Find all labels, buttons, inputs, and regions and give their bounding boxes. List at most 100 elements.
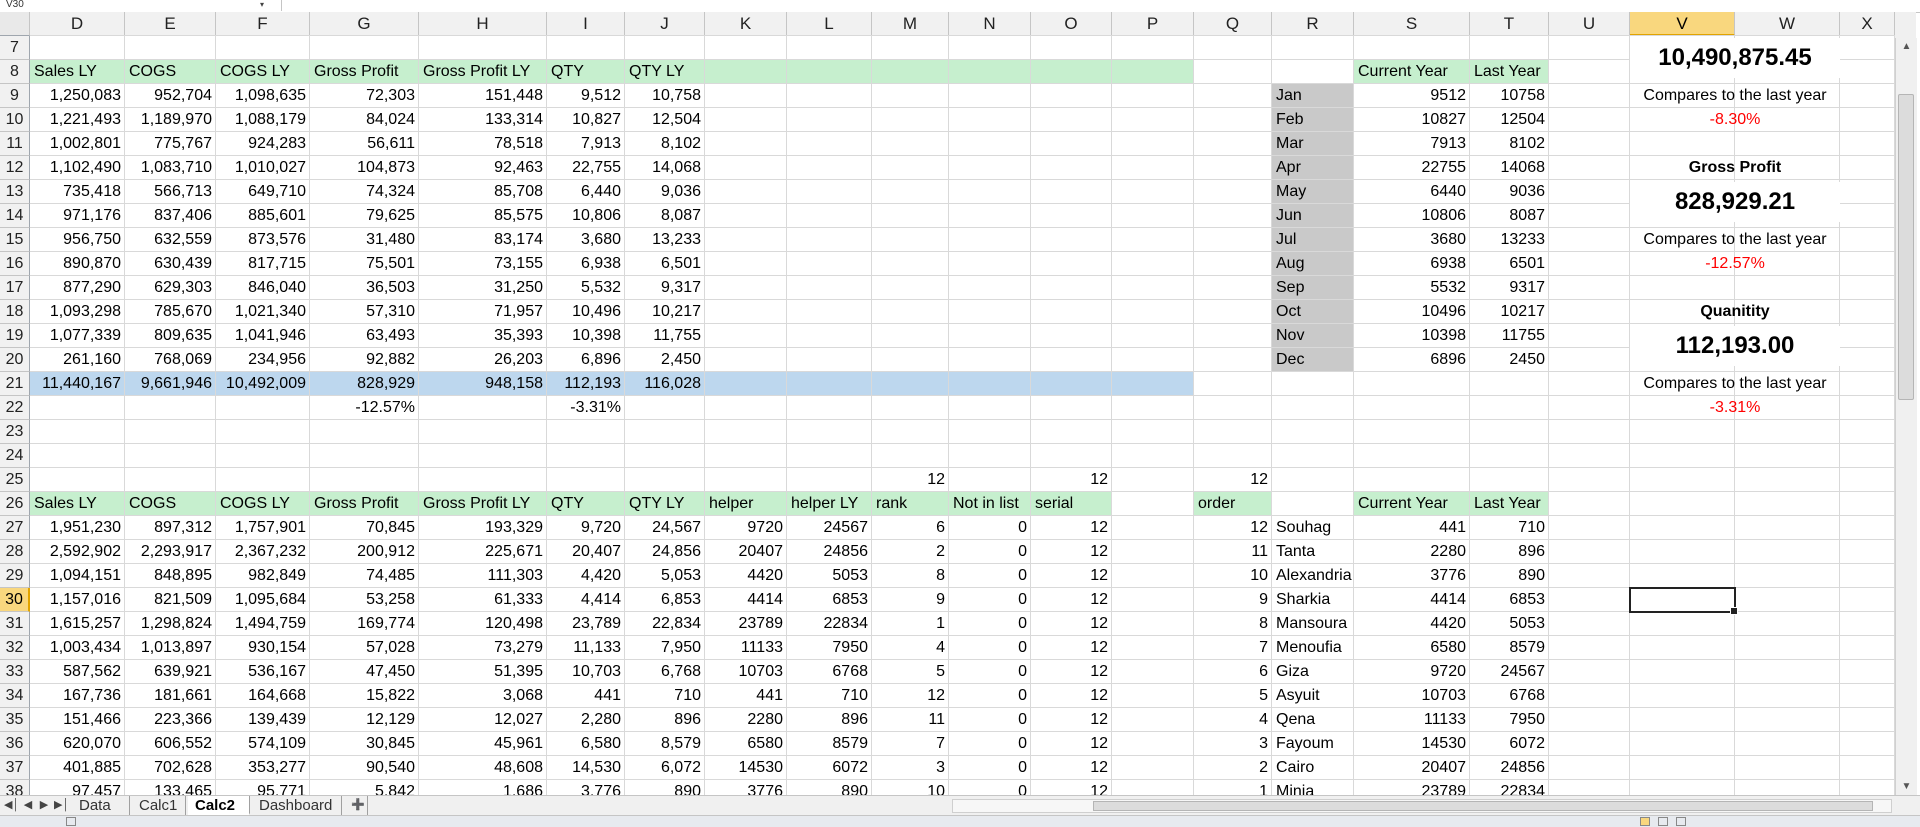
next-sheet-icon[interactable]: ▶ [38,798,50,811]
cell-q26[interactable]: order [1194,492,1272,516]
formula-input[interactable] [276,0,1920,11]
cell-f30[interactable]: 1,095,684 [216,588,310,612]
cell-s37[interactable]: 20407 [1354,756,1470,780]
cell-r32[interactable]: Menoufia [1272,636,1354,660]
cell-e37[interactable]: 702,628 [125,756,216,780]
row-header-17[interactable]: 17 [0,276,30,300]
cell-i15[interactable]: 3,680 [547,228,625,252]
cell-h13[interactable]: 85,708 [419,180,547,204]
column-header-d[interactable]: D [30,12,125,36]
cell-g17[interactable]: 36,503 [310,276,419,300]
fill-handle[interactable] [1730,607,1738,615]
cell-t18[interactable]: 10217 [1470,300,1549,324]
cell-t26[interactable]: Last Year [1470,492,1549,516]
cell-s33[interactable]: 9720 [1354,660,1470,684]
cell-j27[interactable]: 24,567 [625,516,705,540]
cell-h21[interactable]: 948,158 [419,372,547,396]
cell-f8[interactable]: COGS LY [216,60,310,84]
cell-t16[interactable]: 6501 [1470,252,1549,276]
cell-i17[interactable]: 5,532 [547,276,625,300]
sheet-tab-dashboard[interactable]: Dashboard [252,796,342,815]
vertical-scrollbar[interactable]: ▲ ▼ [1895,38,1917,795]
cell-j15[interactable]: 13,233 [625,228,705,252]
cell-h37[interactable]: 48,608 [419,756,547,780]
macro-record-icon[interactable] [66,817,76,826]
cell-j21[interactable]: 116,028 [625,372,705,396]
normal-view-icon[interactable] [1640,817,1650,826]
cell-i30[interactable]: 4,414 [547,588,625,612]
cell-h26[interactable]: Gross Profit LY [419,492,547,516]
row-header-32[interactable]: 32 [0,636,30,660]
cell-i22[interactable]: -3.31% [547,396,625,420]
cell-r11[interactable]: Mar [1272,132,1354,156]
cell-f26[interactable]: COGS LY [216,492,310,516]
cell-s34[interactable]: 10703 [1354,684,1470,708]
cell-f34[interactable]: 164,668 [216,684,310,708]
cell-f31[interactable]: 1,494,759 [216,612,310,636]
cell-q34[interactable]: 5 [1194,684,1272,708]
cell-d37[interactable]: 401,885 [30,756,125,780]
cell-i36[interactable]: 6,580 [547,732,625,756]
page-break-icon[interactable] [1676,817,1686,826]
cell-t32[interactable]: 8579 [1470,636,1549,660]
cell-l34[interactable]: 710 [787,684,872,708]
cell-f11[interactable]: 924,283 [216,132,310,156]
row-header-29[interactable]: 29 [0,564,30,588]
cell-e14[interactable]: 837,406 [125,204,216,228]
cell-l30[interactable]: 6853 [787,588,872,612]
cell-d18[interactable]: 1,093,298 [30,300,125,324]
horizontal-scrollbar[interactable] [952,799,1892,813]
cell-l29[interactable]: 5053 [787,564,872,588]
cell-d29[interactable]: 1,094,151 [30,564,125,588]
cell-g15[interactable]: 31,480 [310,228,419,252]
cell-r18[interactable]: Oct [1272,300,1354,324]
cell-f32[interactable]: 930,154 [216,636,310,660]
cell-q35[interactable]: 4 [1194,708,1272,732]
cell-k32[interactable]: 11133 [705,636,787,660]
cell-e36[interactable]: 606,552 [125,732,216,756]
column-header-i[interactable]: I [547,12,625,36]
cell-l26[interactable]: helper LY [787,492,872,516]
cell-d36[interactable]: 620,070 [30,732,125,756]
row-header-15[interactable]: 15 [0,228,30,252]
vertical-scroll-thumb[interactable] [1898,94,1914,400]
cell-g28[interactable]: 200,912 [310,540,419,564]
cell-h9[interactable]: 151,448 [419,84,547,108]
cell-h32[interactable]: 73,279 [419,636,547,660]
cell-h29[interactable]: 111,303 [419,564,547,588]
cell-t10[interactable]: 12504 [1470,108,1549,132]
cell-i10[interactable]: 10,827 [547,108,625,132]
cell-i29[interactable]: 4,420 [547,564,625,588]
cell-d35[interactable]: 151,466 [30,708,125,732]
cell-q29[interactable]: 10 [1194,564,1272,588]
cell-s20[interactable]: 6896 [1354,348,1470,372]
cell-m32[interactable]: 4 [872,636,949,660]
cell-e34[interactable]: 181,661 [125,684,216,708]
cell-l35[interactable]: 896 [787,708,872,732]
cell-g16[interactable]: 75,501 [310,252,419,276]
cell-f20[interactable]: 234,956 [216,348,310,372]
cell-k36[interactable]: 6580 [705,732,787,756]
cell-o26[interactable]: serial [1031,492,1112,516]
cell-t14[interactable]: 8087 [1470,204,1549,228]
cell-d19[interactable]: 1,077,339 [30,324,125,348]
cell-s28[interactable]: 2280 [1354,540,1470,564]
cell-d8[interactable]: Sales LY [30,60,125,84]
cell-k29[interactable]: 4420 [705,564,787,588]
page-layout-icon[interactable] [1658,817,1668,826]
column-header-m[interactable]: M [872,12,949,36]
cell-g11[interactable]: 56,611 [310,132,419,156]
row-header-16[interactable]: 16 [0,252,30,276]
cell-d31[interactable]: 1,615,257 [30,612,125,636]
cell-i16[interactable]: 6,938 [547,252,625,276]
row-header-20[interactable]: 20 [0,348,30,372]
row-header-28[interactable]: 28 [0,540,30,564]
cell-g31[interactable]: 169,774 [310,612,419,636]
cell-o36[interactable]: 12 [1031,732,1112,756]
cell-s19[interactable]: 10398 [1354,324,1470,348]
column-header-l[interactable]: L [787,12,872,36]
cell-e28[interactable]: 2,293,917 [125,540,216,564]
cell-q33[interactable]: 6 [1194,660,1272,684]
cell-f18[interactable]: 1,021,340 [216,300,310,324]
cell-i13[interactable]: 6,440 [547,180,625,204]
